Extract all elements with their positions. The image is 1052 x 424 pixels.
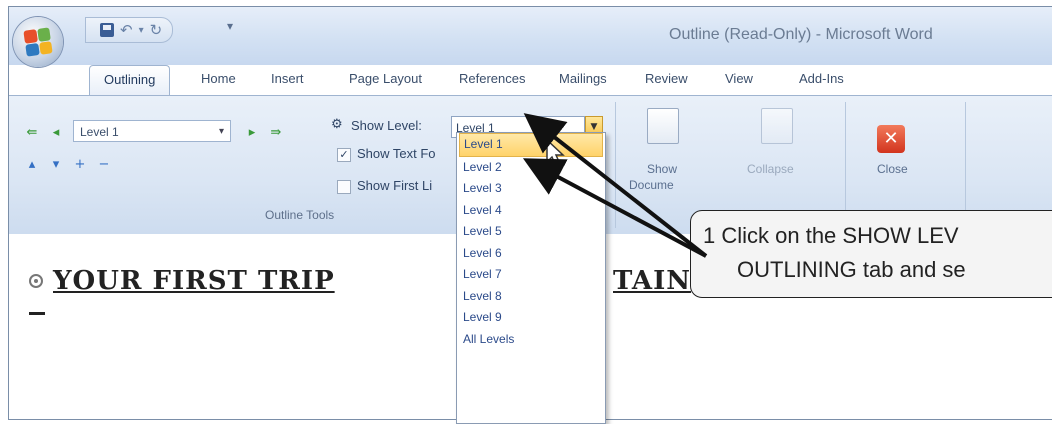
tab-insert[interactable]: Insert	[271, 65, 304, 95]
heading-text-right: TAIN	[613, 266, 692, 296]
callout-line-2: OUTLINING tab and se	[737, 257, 966, 282]
move-up-icon[interactable]: ▴	[21, 154, 43, 176]
show-first-line-checkbox[interactable]	[337, 180, 351, 194]
tab-page-layout[interactable]: Page Layout	[349, 65, 422, 95]
redo-icon[interactable]: ↻	[150, 21, 163, 39]
quick-access-toolbar: ↶ ▾ ↻	[85, 17, 174, 43]
demote-to-body-icon[interactable]: ⇛	[265, 122, 287, 144]
dropdown-option-level-7[interactable]: Level 7	[457, 264, 605, 286]
outline-bullet-icon[interactable]	[29, 274, 43, 288]
save-icon[interactable]	[100, 23, 114, 37]
office-button[interactable]	[13, 17, 63, 67]
window-title: Outline (Read-Only) - Microsoft Word	[669, 26, 933, 43]
promote-icon[interactable]: ◂	[45, 122, 67, 144]
customize-qat-icon[interactable]: ▾	[227, 19, 233, 33]
tab-home[interactable]: Home	[201, 65, 236, 95]
title-bar: ↶ ▾ ↻ ▾ Outline (Read-Only) - Microsoft …	[9, 7, 1052, 67]
tab-view[interactable]: View	[725, 65, 753, 95]
promote-to-heading-icon[interactable]: ⇚	[21, 122, 43, 144]
tab-outlining[interactable]: Outlining	[89, 65, 171, 97]
show-document-label-2: Docume	[629, 178, 674, 192]
outline-level-select[interactable]: Level 1 ▾	[73, 120, 231, 142]
office-logo-icon	[23, 27, 53, 57]
close-outline-view-label: Close	[877, 162, 908, 176]
show-text-formatting-checkbox[interactable]: ✓	[337, 148, 351, 162]
dropdown-option-level-5[interactable]: Level 5	[457, 221, 605, 243]
show-document-icon[interactable]	[647, 108, 679, 144]
undo-dropdown-icon[interactable]: ▾	[139, 25, 144, 36]
tab-add-ins[interactable]: Add-Ins	[799, 65, 844, 95]
show-level-label: Show Level:	[351, 118, 422, 133]
demote-icon[interactable]: ▸	[241, 122, 263, 144]
dropdown-option-level-1[interactable]: Level 1	[459, 133, 603, 157]
collapse-subdocuments-icon[interactable]	[761, 108, 793, 144]
close-outline-view-button[interactable]: ✕	[877, 125, 905, 153]
undo-icon[interactable]: ↶	[120, 21, 133, 39]
heading-text-left: YOUR FIRST TRIP	[53, 266, 335, 296]
collapse-icon[interactable]: −	[93, 154, 115, 176]
dropdown-option-all-levels[interactable]: All Levels	[457, 329, 605, 351]
instruction-callout: 1 Click on the SHOW LEV OUTLINING tab an…	[690, 210, 1052, 298]
group-separator	[615, 102, 616, 228]
show-text-formatting-label: Show Text Fo	[357, 146, 436, 161]
outline-tools-group-label: Outline Tools	[265, 208, 335, 222]
dropdown-option-level-6[interactable]: Level 6	[457, 243, 605, 265]
dropdown-option-level-9[interactable]: Level 9	[457, 307, 605, 329]
body-text-marker	[29, 312, 45, 315]
expand-icon[interactable]: +	[69, 154, 91, 176]
tab-review[interactable]: Review	[645, 65, 688, 95]
dropdown-option-level-8[interactable]: Level 8	[457, 286, 605, 308]
move-down-icon[interactable]: ▾	[45, 154, 67, 176]
dropdown-option-level-4[interactable]: Level 4	[457, 200, 605, 222]
dropdown-option-level-3[interactable]: Level 3	[457, 178, 605, 200]
mouse-pointer-icon	[546, 138, 565, 168]
tab-mailings[interactable]: Mailings	[559, 65, 607, 95]
outline-level-value: Level 1	[80, 125, 119, 139]
show-first-line-label: Show First Li	[357, 178, 433, 193]
show-level-dropdown-list: Level 1 Level 2 Level 3 Level 4 Level 5 …	[456, 132, 606, 424]
show-document-label-1: Show	[647, 162, 678, 176]
callout-line-1: 1 Click on the SHOW LEV	[703, 223, 959, 248]
collapse-subdocuments-label: Collapse	[747, 162, 794, 176]
show-level-icon: ⚙	[331, 116, 343, 131]
dropdown-option-level-2[interactable]: Level 2	[457, 157, 605, 179]
tab-references[interactable]: References	[459, 65, 525, 95]
chevron-down-icon: ▾	[218, 126, 224, 137]
